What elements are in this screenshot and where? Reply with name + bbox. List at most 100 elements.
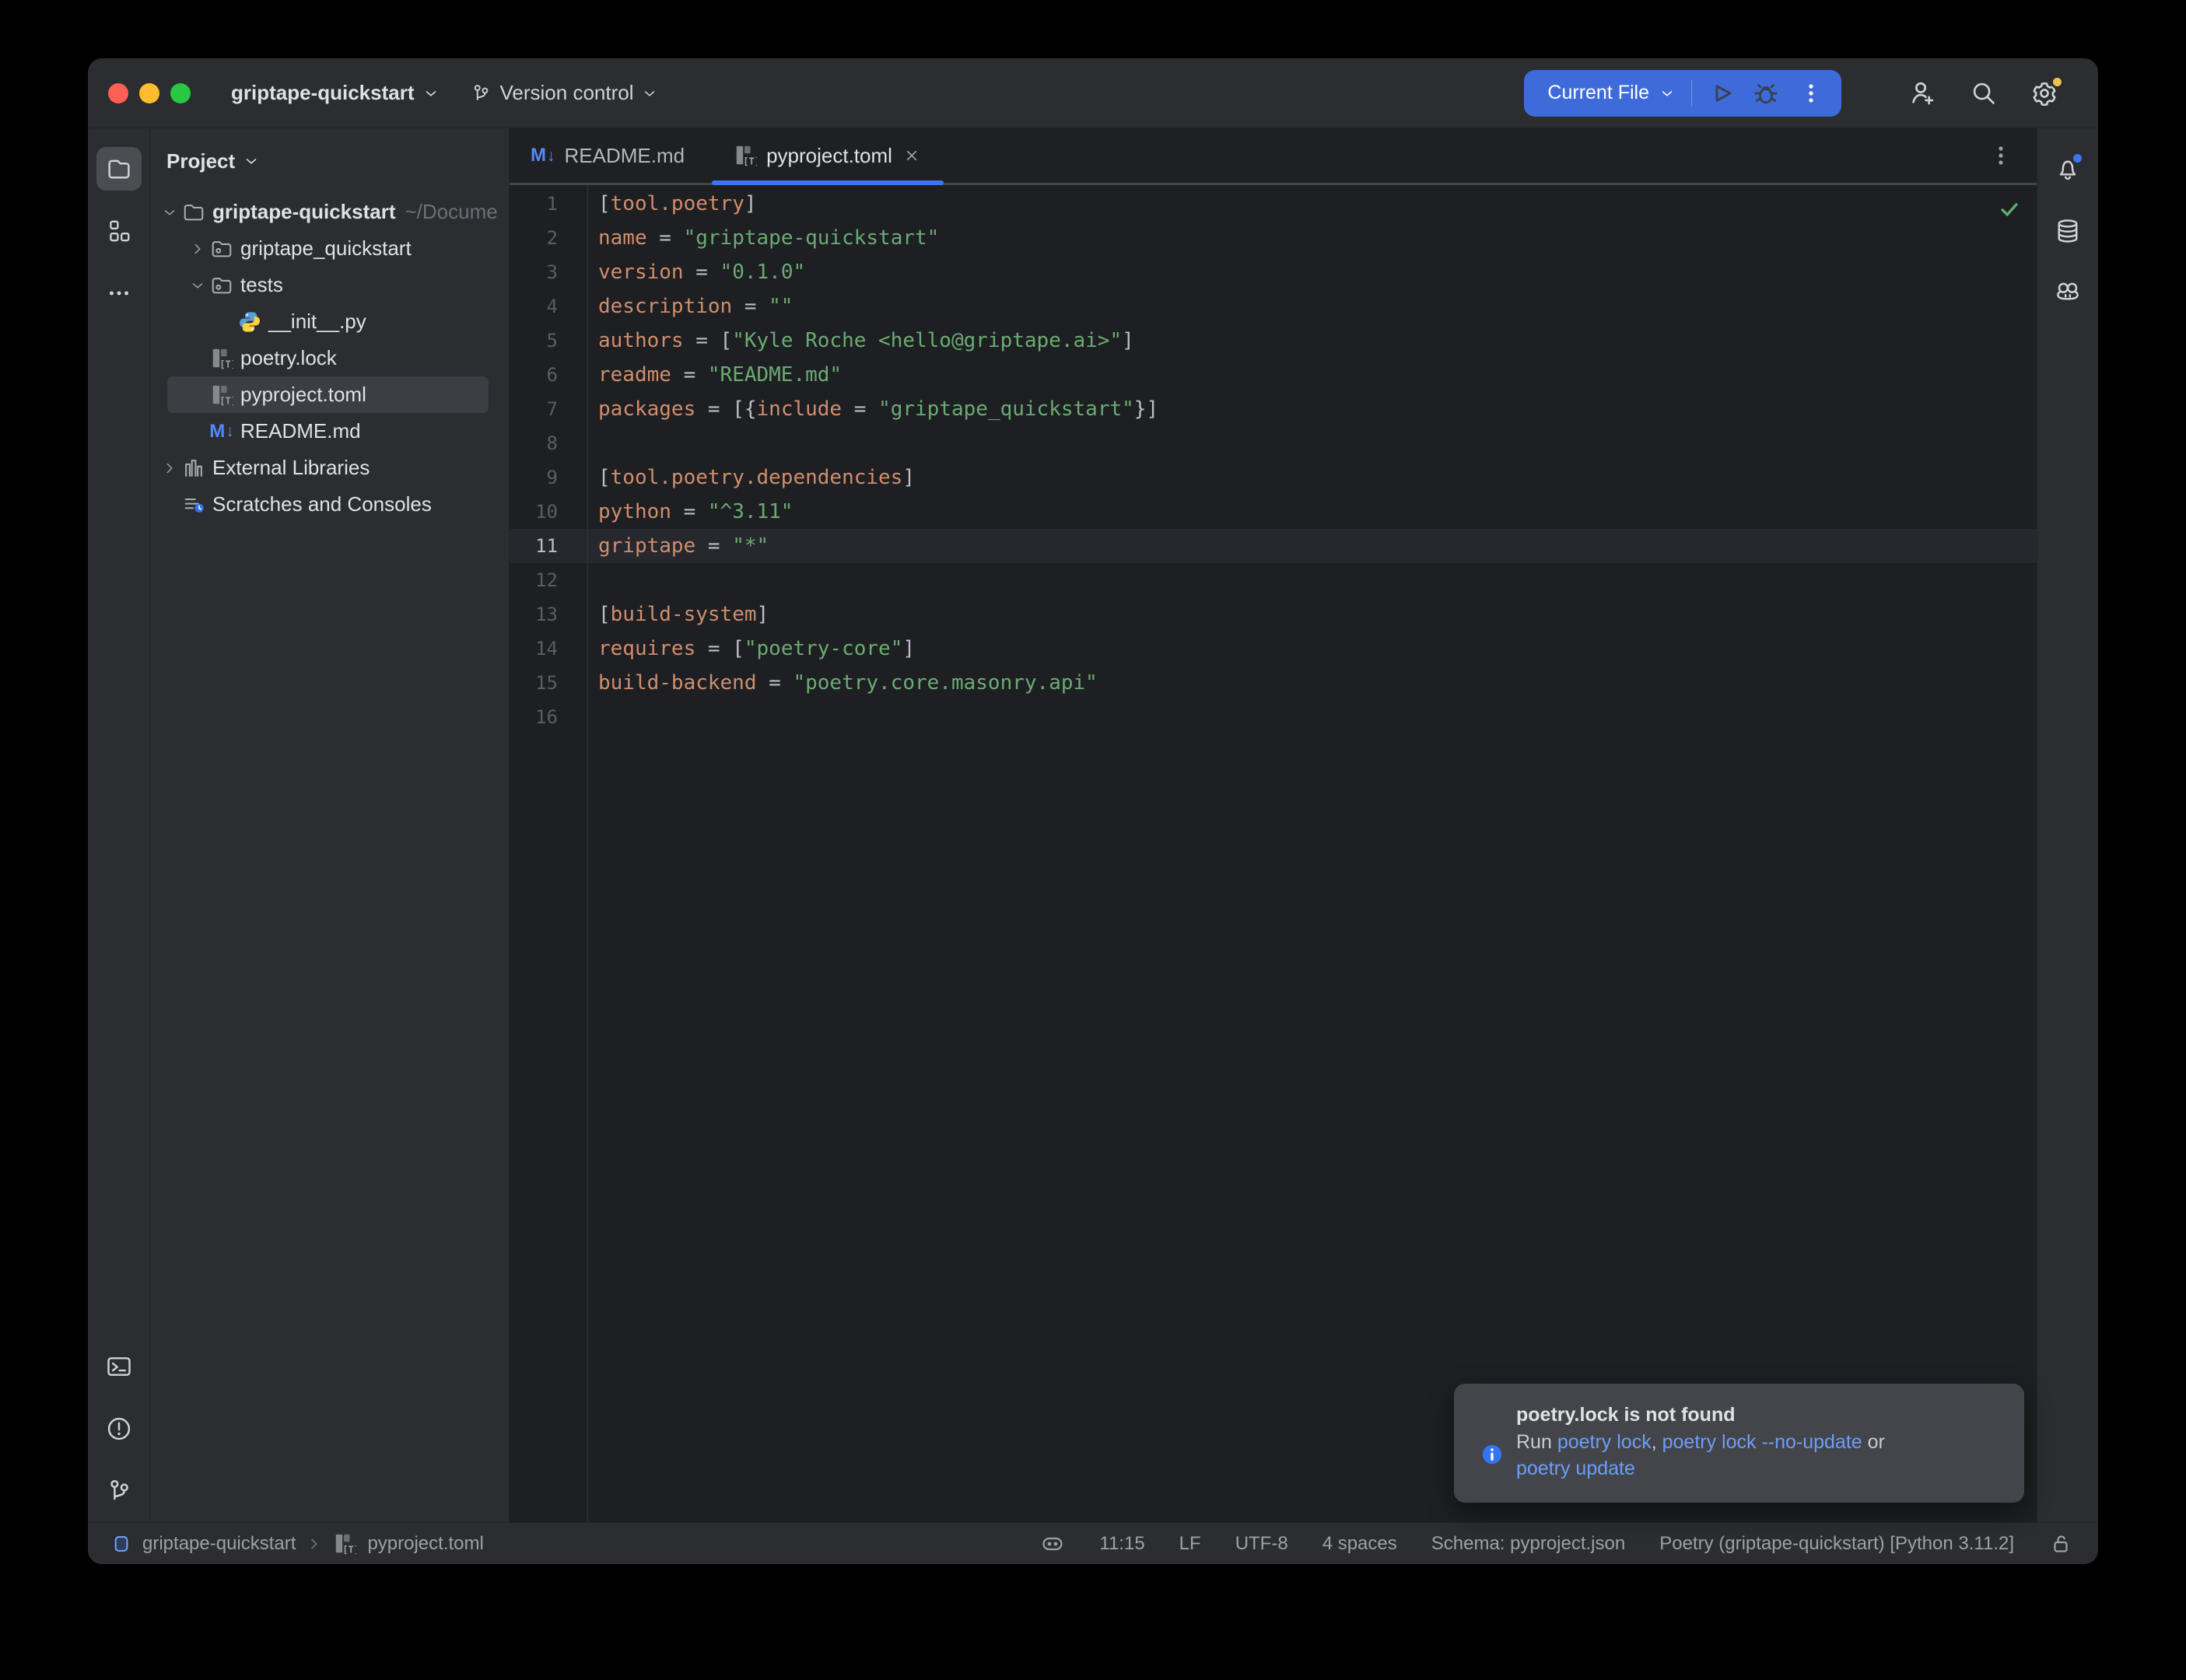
breadcrumb-item[interactable]: pyproject.toml	[367, 1533, 483, 1555]
code-editor[interactable]: 1[tool.poetry]2name = "griptape-quicksta…	[510, 185, 2037, 1522]
tool-stripe-project-folder-button[interactable]	[96, 147, 142, 191]
notification-link[interactable]: poetry lock --no-update	[1662, 1431, 1862, 1453]
write-access-unlocked-icon[interactable]	[2048, 1531, 2073, 1556]
code-line-8[interactable]: 8	[510, 426, 2037, 460]
tree-item-scratches-and-consoles[interactable]: Scratches and Consoles	[150, 486, 509, 523]
line-number: 14	[510, 638, 587, 660]
inspections-ok-icon[interactable]	[1998, 198, 2021, 221]
minimize-window-button[interactable]	[139, 83, 159, 103]
code-line-10[interactable]: 10python = "^3.11"	[510, 495, 2037, 529]
notification-text: Run	[1516, 1431, 1557, 1453]
code-text: packages = [{include = "griptape_quickst…	[587, 397, 1158, 421]
code-line-16[interactable]: 16	[510, 700, 2037, 734]
ide-window: griptape-quickstart Version control Curr…	[88, 58, 2098, 1564]
main-area: Project griptape-quickstart~/Documegript…	[88, 128, 2098, 1522]
code-line-4[interactable]: 4description = ""	[510, 289, 2037, 324]
statusbar-item[interactable]: Poetry (griptape-quickstart) [Python 3.1…	[1659, 1533, 2014, 1555]
more-run-options-button[interactable]	[1788, 71, 1834, 116]
code-text: readme = "README.md"	[587, 363, 842, 387]
code-line-11[interactable]: 11griptape = "*"	[510, 529, 2037, 563]
line-number: 8	[510, 432, 587, 454]
tool-stripe-version-control-button[interactable]	[96, 1469, 142, 1513]
code-line-5[interactable]: 5authors = ["Kyle Roche <hello@griptape.…	[510, 324, 2037, 358]
code-line-9[interactable]: 9[tool.poetry.dependencies]	[510, 460, 2037, 495]
search-button[interactable]	[1960, 69, 2008, 117]
project-panel-header[interactable]: Project	[150, 128, 509, 194]
statusbar-item[interactable]: UTF-8	[1235, 1533, 1288, 1555]
chevron-right-icon[interactable]	[159, 460, 180, 477]
notification-link[interactable]: poetry lock	[1557, 1431, 1652, 1453]
editor-tab-pyproject-toml[interactable]: [T]pyproject.toml	[712, 128, 944, 183]
tool-stripe-notifications-button[interactable]	[2045, 147, 2090, 191]
tool-stripe-terminal-button[interactable]	[96, 1345, 142, 1388]
tool-stripe-problems-button[interactable]	[96, 1407, 142, 1451]
copilot-status-icon[interactable]	[1040, 1531, 1065, 1556]
zoom-window-button[interactable]	[170, 83, 191, 103]
code-text: requires = ["poetry-core"]	[587, 637, 915, 660]
run-button[interactable]	[1698, 71, 1743, 116]
tool-stripe-database-button[interactable]	[2045, 209, 2090, 253]
close-tab-icon[interactable]	[902, 145, 922, 166]
settings-button[interactable]	[2020, 69, 2069, 117]
notification-link[interactable]: poetry update	[1516, 1458, 1635, 1479]
code-text: name = "griptape-quickstart"	[587, 226, 939, 250]
chevron-down-icon[interactable]	[159, 204, 180, 221]
vcs-widget[interactable]: Version control	[471, 81, 659, 105]
tab-label: README.md	[565, 144, 685, 168]
add-user-button[interactable]	[1899, 69, 1947, 117]
statusbar-item[interactable]: 11:15	[1099, 1533, 1144, 1555]
code-line-14[interactable]: 14requires = ["poetry-core"]	[510, 632, 2037, 666]
statusbar-item[interactable]: LF	[1179, 1533, 1201, 1555]
run-config-selector[interactable]: Current File	[1547, 82, 1691, 104]
tool-stripe-more-button[interactable]	[96, 271, 142, 315]
breadcrumb-item[interactable]: griptape-quickstart	[142, 1533, 296, 1555]
run-widget-divider	[1691, 80, 1692, 107]
tree-item-label: __init__.py	[268, 310, 366, 334]
line-number: 1	[510, 193, 587, 215]
chevron-down-icon[interactable]	[187, 277, 208, 294]
status-bar: griptape-quickstart [T] pyproject.toml 11:…	[88, 1522, 2098, 1564]
tree-item-readme-md[interactable]: M↓README.md	[150, 413, 509, 450]
scratches-icon	[181, 493, 206, 516]
left-tool-stripe	[88, 128, 150, 1522]
code-line-13[interactable]: 13[build-system]	[510, 597, 2037, 632]
code-text: [tool.poetry]	[587, 192, 757, 215]
chevron-right-icon[interactable]	[187, 240, 208, 257]
tree-item--init-py[interactable]: __init__.py	[150, 303, 509, 340]
tree-item-tests[interactable]: tests	[150, 267, 509, 303]
tree-item-griptape-quickstart[interactable]: griptape_quickstart	[150, 230, 509, 267]
notification-text: ,	[1652, 1431, 1662, 1453]
tree-item-pyproject-toml[interactable]: [T]pyproject.toml	[167, 376, 489, 413]
tree-item-label: External Libraries	[212, 456, 370, 480]
notification-balloon[interactable]: poetry.lock is not found Run poetry lock…	[1454, 1384, 2024, 1503]
line-number: 3	[510, 261, 587, 283]
chevron-down-icon	[641, 85, 658, 102]
toml-icon: [T]	[333, 1532, 356, 1556]
code-line-12[interactable]: 12	[510, 563, 2037, 597]
toml-icon: [T]	[209, 383, 234, 407]
statusbar-item[interactable]: Schema: pyproject.json	[1431, 1533, 1625, 1555]
debug-button[interactable]	[1743, 71, 1788, 116]
code-line-2[interactable]: 2name = "griptape-quickstart"	[510, 221, 2037, 255]
code-line-1[interactable]: 1[tool.poetry]	[510, 187, 2037, 221]
statusbar-item[interactable]: 4 spaces	[1322, 1533, 1397, 1555]
tree-item-external-libraries[interactable]: External Libraries	[150, 450, 509, 486]
code-line-15[interactable]: 15build-backend = "poetry.core.masonry.a…	[510, 666, 2037, 700]
tool-stripe-ai-assistant-button[interactable]	[2045, 271, 2090, 315]
line-number: 10	[510, 501, 587, 523]
editor-tab-readme-md[interactable]: M↓README.md	[510, 128, 712, 183]
tab-options-button[interactable]	[1987, 128, 2015, 183]
project-widget[interactable]: griptape-quickstart	[231, 81, 440, 105]
line-number: 6	[510, 364, 587, 386]
tool-stripe-structure-button[interactable]	[96, 209, 142, 253]
code-line-6[interactable]: 6readme = "README.md"	[510, 358, 2037, 392]
tree-item-label: poetry.lock	[240, 346, 337, 370]
code-line-3[interactable]: 3version = "0.1.0"	[510, 255, 2037, 289]
tree-item-label: tests	[240, 273, 283, 297]
code-line-7[interactable]: 7packages = [{include = "griptape_quicks…	[510, 392, 2037, 426]
tree-item-poetry-lock[interactable]: [T]poetry.lock	[150, 340, 509, 376]
titlebar-actions: Current File	[1524, 58, 2098, 128]
close-window-button[interactable]	[108, 83, 128, 103]
project-widget-label: griptape-quickstart	[231, 81, 415, 105]
tree-item-griptape-quickstart[interactable]: griptape-quickstart~/Docume	[150, 194, 509, 230]
